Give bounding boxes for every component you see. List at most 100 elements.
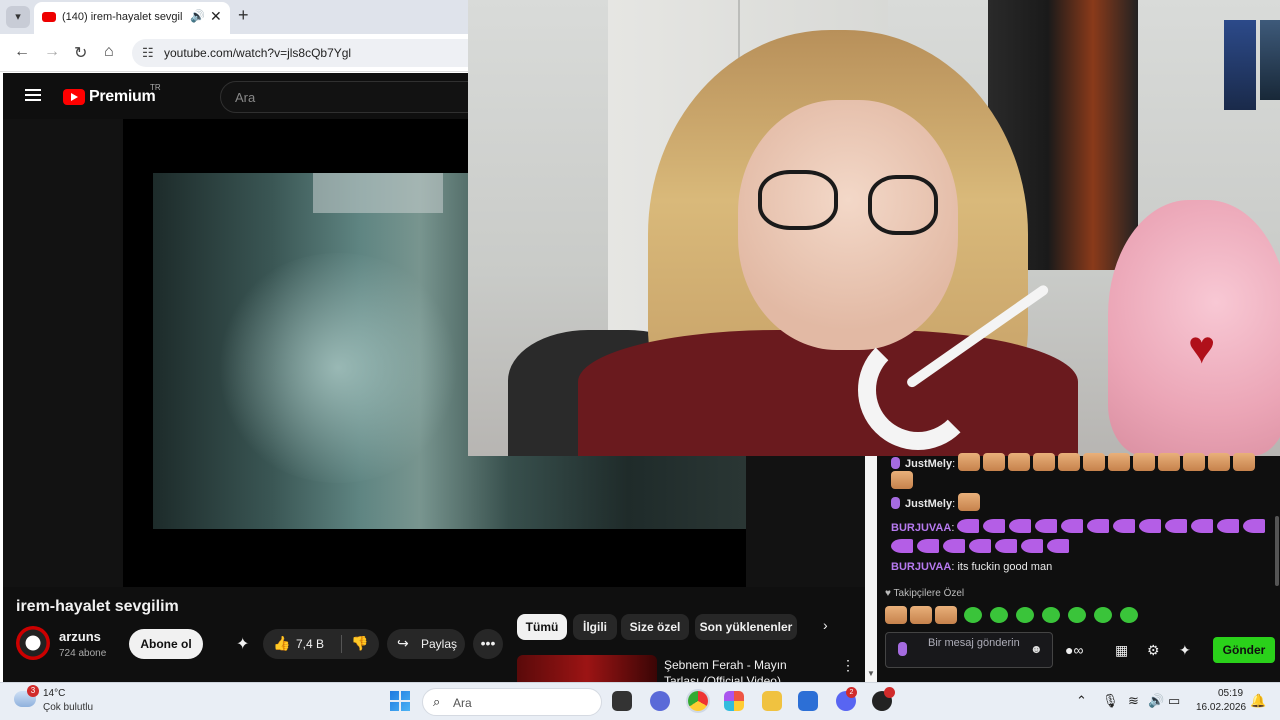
scene-fog [213,253,463,483]
emote-icon[interactable] [964,607,983,623]
youtube-brand[interactable]: Premium [89,88,156,106]
emote-icon[interactable] [1042,607,1061,623]
pacman-emote-icon [1047,539,1069,553]
taskbar-search[interactable]: ⌕ Ara [422,688,602,716]
pacman-emote-icon [1217,519,1240,533]
gift-icon[interactable]: ✦ [1179,642,1191,659]
followers-label-text: Takipçilere Özel [893,588,965,599]
chat-message: BURJUVAA: its fuckin good man [891,561,1052,573]
chat-app-icon[interactable] [650,691,670,711]
close-tab-icon[interactable]: ✕ [210,8,222,25]
kebab-menu-icon[interactable]: ⋮ [841,657,855,674]
chat-username[interactable]: BURJUVAA [891,561,951,573]
emote-icon[interactable] [1068,607,1087,623]
emote-icon[interactable] [1120,607,1139,623]
youtube-logo-icon[interactable] [63,89,85,105]
weather-description[interactable]: Çok bulutlu [43,702,93,713]
chrome-icon[interactable] [688,691,708,711]
pacman-emote-icon [1191,519,1214,533]
cat-emote-icon [1183,453,1206,471]
gear-icon[interactable]: ⚙ [1147,642,1160,659]
send-button[interactable]: Gönder [1213,637,1275,663]
like-icon[interactable]: 👍 [273,635,290,652]
chat-input[interactable]: Bir mesaj gönderin ☻ [885,632,1053,668]
share-button[interactable]: ↪ Paylaş [387,629,465,659]
chat-text: its fuckin good man [957,561,1053,573]
pacman-emote-icon [943,539,965,553]
speaker-icon[interactable]: 🔊 [190,9,205,23]
channel-name[interactable]: arzuns [59,629,101,644]
forward-icon[interactable]: → [44,43,60,61]
chevron-up-icon[interactable]: ⌃ [1076,693,1087,709]
search-input[interactable]: Ara [220,81,480,113]
notifications-icon[interactable]: 🔔 [1250,693,1266,709]
share-label: Paylaş [421,637,458,651]
mic-icon[interactable] [898,642,907,656]
task-view-icon[interactable] [612,691,632,711]
recommended-thumbnail[interactable] [517,655,657,682]
more-actions-icon[interactable]: ••• [473,629,503,659]
cat-emote-icon [1083,453,1106,471]
browser-tab[interactable]: (140) irem-hayalet sevgilim 🔊 ✕ [34,2,230,34]
back-icon[interactable]: ← [14,43,30,61]
site-info-icon[interactable]: ☷ [142,45,154,61]
scroll-down-icon[interactable]: ▼ [867,669,875,678]
windows-start-icon[interactable] [390,691,410,711]
wifi-icon[interactable]: ≋ [1128,693,1139,709]
channel-avatar[interactable] [16,626,50,660]
clock-date[interactable]: 16.02.2026 [1196,702,1246,713]
weather-temperature[interactable]: 14°C [43,688,65,699]
emote-icon[interactable] [990,607,1009,623]
emote-icon[interactable] [885,606,907,624]
chat-username[interactable]: BURJUVAA [891,522,951,534]
share-icon: ↪ [397,635,409,651]
emoji-icon[interactable]: ☻ [1030,642,1043,656]
store-icon[interactable] [798,691,818,711]
pacman-emote-icon [891,539,913,553]
chat-scrollbar[interactable] [1275,516,1279,586]
tab-search-button[interactable]: ▾ [6,6,30,28]
chevron-right-icon[interactable]: › [823,617,828,633]
webcam-glasses [758,170,838,230]
reload-icon[interactable]: ↻ [74,43,87,63]
copilot-icon[interactable] [724,691,744,711]
cat-emote-icon [958,493,981,511]
mic-badge-icon [891,457,900,469]
like-count[interactable]: 7,4 B [296,637,324,651]
country-code: TR [150,83,161,92]
emote-icon[interactable] [910,606,932,624]
url-text[interactable]: youtube.com/watch?v=jls8cQb7Ygl [164,46,351,60]
pacman-emote-icon [1087,519,1110,533]
sparkle-icon[interactable]: ✦ [236,634,249,654]
clock-time[interactable]: 05:19 [1218,688,1243,699]
pacman-emote-icon [1009,519,1032,533]
pacman-emote-icon [969,539,991,553]
battery-icon[interactable]: ▭ [1168,693,1180,709]
chip-recently-uploaded[interactable]: Son yüklenenler [695,614,797,640]
file-explorer-icon[interactable] [762,691,782,711]
emote-icon[interactable] [1016,607,1035,623]
chip-related[interactable]: İlgili [573,614,617,640]
home-icon[interactable]: ⌂ [104,43,114,61]
search-icon: ⌕ [433,694,441,709]
chat-username[interactable]: JustMely [905,498,952,510]
emote-icon[interactable] [935,606,957,624]
pacman-emote-icon [1243,519,1266,533]
emote-icon[interactable] [1094,607,1113,623]
chip-all[interactable]: Tümü [517,614,567,640]
rewards-icon[interactable]: ●∞ [1065,642,1083,658]
dislike-icon[interactable]: 👎 [351,635,368,652]
chat-username[interactable]: JustMely [905,458,952,470]
tab-title: (140) irem-hayalet sevgilim [62,11,182,23]
chip-for-you[interactable]: Size özel [621,614,689,640]
cat-emote-icon [1008,453,1031,471]
scene-window [313,173,443,213]
discord-badge: 2 [846,687,857,698]
shop-icon[interactable]: ▦ [1115,642,1128,659]
new-tab-icon[interactable]: + [238,5,249,26]
subscribe-button[interactable]: Abone ol [129,629,203,659]
volume-icon[interactable]: 🔊 [1148,693,1164,709]
mic-icon[interactable]: 🎙 [1102,693,1119,709]
cat-emote-icon [1033,453,1056,471]
menu-icon[interactable] [25,89,41,101]
